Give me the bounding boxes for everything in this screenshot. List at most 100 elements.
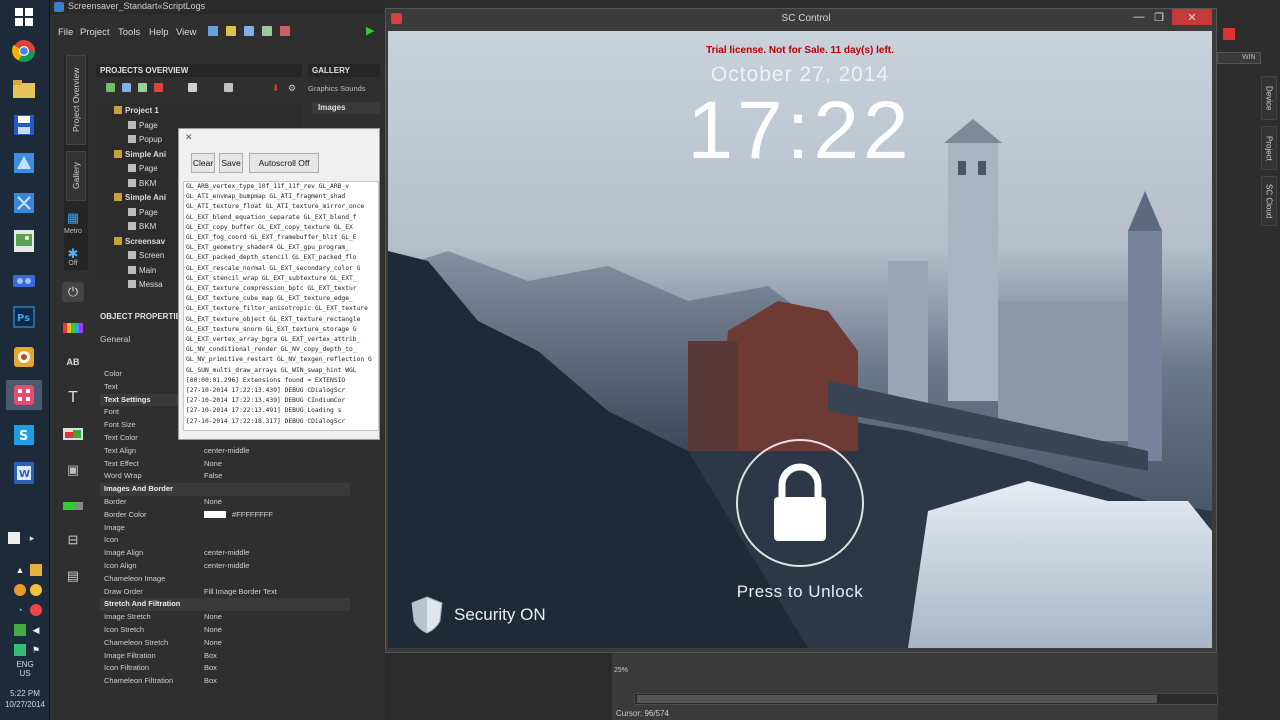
new-file-icon[interactable]: [208, 26, 218, 36]
progress-tool-icon[interactable]: [62, 496, 84, 516]
slider-tool-icon[interactable]: ⊟: [62, 530, 84, 550]
tree-item[interactable]: Page: [128, 162, 158, 175]
property-row[interactable]: Border Color #FFFFFFFF: [100, 509, 350, 522]
tree-item[interactable]: Screensav: [114, 235, 165, 248]
tree-item[interactable]: Simple Ani: [114, 191, 166, 204]
property-row[interactable]: Icon Align center-middle: [100, 560, 350, 573]
property-row[interactable]: Icon: [100, 534, 350, 547]
tree-item[interactable]: Screen: [128, 249, 164, 262]
delete-icon[interactable]: [154, 83, 163, 92]
property-row[interactable]: Chameleon Stretch None: [100, 637, 350, 650]
panel-field[interactable]: WIN: [1217, 52, 1261, 64]
tray-app3-icon[interactable]: [30, 584, 42, 596]
list-tool-icon[interactable]: ▤: [62, 566, 84, 586]
record-icon[interactable]: [1223, 28, 1235, 40]
property-row[interactable]: Word Wrap False: [100, 470, 350, 483]
tray-app4-icon[interactable]: [30, 604, 42, 616]
tray-window-icon[interactable]: [8, 532, 20, 544]
file-explorer-icon[interactable]: [6, 74, 42, 104]
save-button[interactable]: Save: [219, 153, 243, 173]
menu-tools[interactable]: Tools: [118, 27, 140, 38]
windows-start-icon[interactable]: [6, 2, 42, 32]
autoscroll-button[interactable]: Autoscroll Off: [249, 153, 319, 173]
close-icon[interactable]: ✕: [185, 132, 195, 142]
save-all-icon[interactable]: [262, 26, 272, 36]
tab-gallery[interactable]: Gallery: [66, 151, 86, 201]
settings-gear-icon[interactable]: ⚙: [288, 83, 297, 93]
save-disk-icon[interactable]: [6, 110, 42, 140]
tree-item[interactable]: Main: [128, 264, 156, 277]
property-row[interactable]: Icon Filtration Box: [100, 662, 350, 675]
tree-item[interactable]: Page: [128, 119, 158, 132]
unlock-button[interactable]: [736, 439, 864, 567]
image-tool-icon[interactable]: [62, 424, 84, 444]
tray-caret-icon[interactable]: ▸: [26, 532, 38, 544]
clear-button[interactable]: Clear: [191, 153, 215, 173]
gallery-images-section[interactable]: Images: [312, 102, 380, 114]
property-row[interactable]: Image Filtration Box: [100, 650, 350, 663]
log-output[interactable]: GL_ARB_vertex_type_10f_11f_11f_rev GL_AR…: [183, 181, 379, 431]
property-row[interactable]: Text Effect None: [100, 458, 350, 471]
menu-help[interactable]: Help: [149, 27, 169, 38]
tab-sc-cloud[interactable]: SC Cloud: [1261, 176, 1277, 226]
chrome-icon[interactable]: [6, 36, 42, 66]
export-icon[interactable]: [280, 26, 290, 36]
power-icon[interactable]: ⏻: [62, 282, 84, 302]
tree-item[interactable]: BKM: [128, 220, 156, 233]
property-section[interactable]: Images And Border: [100, 483, 350, 496]
color-bar-icon[interactable]: [62, 318, 84, 338]
maximize-icon[interactable]: ❐: [1150, 9, 1168, 25]
word-processor-icon[interactable]: W: [6, 458, 42, 488]
tab-general[interactable]: General: [100, 334, 160, 344]
copy-icon[interactable]: [188, 83, 197, 92]
image-viewer-icon[interactable]: [6, 226, 42, 256]
window-close-icon[interactable]: ✕: [1172, 9, 1212, 25]
tree-item[interactable]: Messa: [128, 278, 163, 291]
skype-icon[interactable]: S: [6, 420, 42, 450]
tab-device[interactable]: Device: [1261, 76, 1277, 120]
grid-tool-icon[interactable]: ▣: [62, 460, 84, 480]
add-page-icon[interactable]: [122, 83, 131, 92]
tray-app1-icon[interactable]: [30, 564, 42, 576]
minimize-icon[interactable]: —: [1130, 9, 1148, 25]
sc-editor-app-icon[interactable]: [6, 380, 42, 410]
tree-item[interactable]: Project 1: [114, 104, 159, 117]
open-folder-icon[interactable]: [226, 26, 236, 36]
menu-project[interactable]: Project: [80, 27, 110, 38]
tree-item[interactable]: BKM: [128, 177, 156, 190]
property-row[interactable]: Chameleon Filtration Box: [100, 675, 350, 688]
metro-icon[interactable]: ▦: [62, 208, 84, 228]
property-row[interactable]: Image Align center-middle: [100, 547, 350, 560]
add-project-icon[interactable]: [106, 83, 115, 92]
tray-arrow-up-icon[interactable]: ▲: [14, 564, 26, 576]
scrollbar-thumb[interactable]: [637, 695, 1157, 703]
add-popup-icon[interactable]: [138, 83, 147, 92]
clock[interactable]: 5:22 PM 10/27/2014: [4, 688, 46, 710]
property-row[interactable]: Icon Stretch None: [100, 624, 350, 637]
menu-view[interactable]: View: [176, 27, 196, 38]
horizontal-scrollbar[interactable]: [634, 693, 1218, 705]
tree-item[interactable]: Simple Ani: [114, 148, 166, 161]
property-row[interactable]: Border None: [100, 496, 350, 509]
properties-icon[interactable]: [224, 83, 233, 92]
tray-app2-icon[interactable]: [14, 584, 26, 596]
tray-app5-icon[interactable]: [14, 624, 26, 636]
property-row[interactable]: Draw Order Fill Image Border Text: [100, 586, 350, 599]
app-blue2-icon[interactable]: [6, 188, 42, 218]
tree-item[interactable]: Page: [128, 206, 158, 219]
tab-project-overview[interactable]: Project Overview: [66, 55, 86, 145]
app-blue-icon[interactable]: [6, 148, 42, 178]
move-down-icon[interactable]: ⬇: [272, 83, 281, 93]
numeric-field-icon[interactable]: AB: [62, 352, 84, 372]
run-play-icon[interactable]: ▶: [366, 26, 376, 37]
property-row[interactable]: Image: [100, 522, 350, 535]
property-section[interactable]: Stretch And Filtration: [100, 598, 350, 612]
media-player-icon[interactable]: [6, 342, 42, 372]
tray-network-icon[interactable]: ◔: [14, 604, 26, 616]
tray-app6-icon[interactable]: [14, 644, 26, 656]
tree-item[interactable]: Popup: [128, 133, 162, 146]
tab-project[interactable]: Project: [1261, 126, 1277, 170]
menu-file[interactable]: File: [58, 27, 73, 38]
property-row[interactable]: Image Stretch None: [100, 611, 350, 624]
remote-desktop-icon[interactable]: [6, 266, 42, 296]
